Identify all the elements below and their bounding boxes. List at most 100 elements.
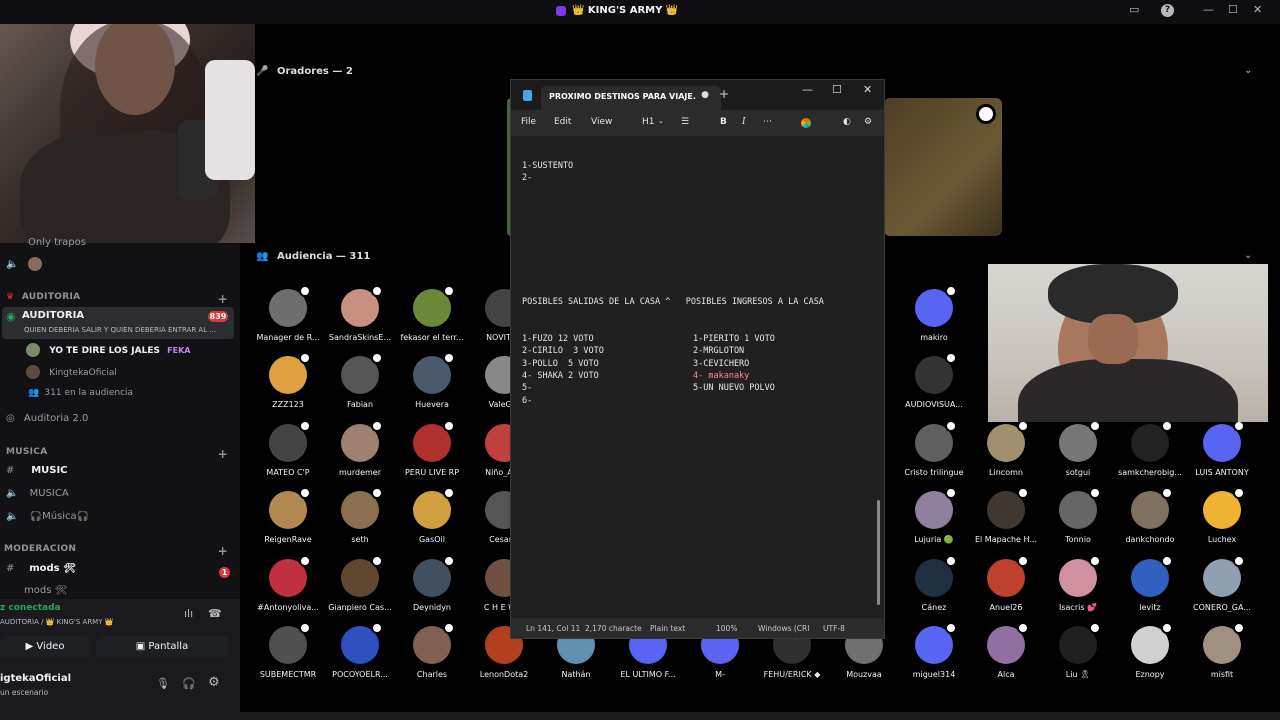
notepad-tab[interactable]: PROXIMO DESTINOS PARA VIAJE. ● [541,86,721,110]
audience-member[interactable]: Gianpiero Cas... [322,555,398,612]
audience-member[interactable]: misfit [1184,622,1260,679]
category-musica[interactable]: MÚSICA + [0,447,240,467]
avatar [1131,487,1173,529]
maximize-icon[interactable]: ☐ [1228,3,1238,16]
notepad-text-area[interactable]: 1-SUSTENTO 2- POSIBLES SALIDAS DE LA CAS… [522,160,872,600]
audience-member[interactable]: GasOil [394,487,470,544]
copilot-icon[interactable] [801,118,811,128]
channel-musica-voice-2[interactable]: 🔈 🎧Música🎧 [0,511,240,531]
audience-member[interactable]: Luchex [1184,487,1260,544]
collapse-audience-icon[interactable]: ⌄ [1244,250,1252,261]
audience-member[interactable]: fekasor el terr... [394,285,470,342]
audience-member[interactable]: levitz [1112,555,1188,612]
audience-member[interactable]: Cristo trilingue [896,420,972,477]
channel-only-trapos[interactable]: Only trapos [0,237,240,257]
menu-file[interactable]: File [521,117,536,127]
menu-view[interactable]: View [591,117,612,127]
audience-member[interactable]: Deynidyn [394,555,470,612]
audience-member[interactable]: MATEO C'P [250,420,326,477]
disconnect-icon[interactable]: ☎ [208,607,222,620]
audience-member[interactable]: miguel314 [896,622,972,679]
channel-auditoria-2[interactable]: ◎ Auditoria 2.0 [0,413,240,433]
audience-count-row[interactable]: 👥 311 en la audiencia [0,387,240,407]
audience-member[interactable]: seth [322,487,398,544]
audience-member[interactable]: ZZZ123 [250,352,326,409]
audience-member[interactable]: ReigenRave [250,487,326,544]
audience-member[interactable]: Lincomn [968,420,1044,477]
audience-member[interactable]: PERU LIVE RP [394,420,470,477]
audience-member[interactable]: #Antonyoliva... [250,555,326,612]
audience-member[interactable]: Cánez [896,555,972,612]
line-ending: Windows (CRI [758,624,810,633]
add-channel-icon[interactable]: + [218,544,228,558]
channel-musica-voice[interactable]: 🔈 MÚSICA [0,488,240,508]
channel-mods-voice[interactable]: mods 🛠 [0,585,240,599]
italic-icon[interactable]: I [742,117,746,127]
audience-member[interactable]: SandraSkinsE... [322,285,398,342]
microphone-icon[interactable]: 🎙 [156,677,170,690]
headphones-icon[interactable]: 🎧 [182,677,196,690]
stage-speaker-2[interactable]: KingtekaOficial [0,365,240,385]
close-window-icon[interactable]: ✕ [1253,3,1262,16]
add-channel-icon[interactable]: + [218,292,228,306]
audience-member[interactable]: Eznopy [1112,622,1188,679]
account-icon[interactable]: ◐ [843,117,851,127]
channel-auditoria-active[interactable]: ◉ AUDITORIA 839 QUIEN DEBERIA SALIR Y QU… [2,307,234,339]
speaker-tile-2[interactable] [884,98,1002,236]
user-name[interactable]: igtekaOficial [0,673,71,684]
settings-gear-icon[interactable]: ⚙ [208,675,220,690]
channel-mods[interactable]: # mods 🛠 1 [0,563,240,583]
heading-dropdown[interactable]: H1 [642,117,655,127]
close-icon[interactable]: ✕ [863,83,872,96]
encoding: UTF-8 [823,624,845,633]
unsaved-dot-icon[interactable]: ● [701,90,709,100]
audience-member[interactable]: Tonnio [1040,487,1116,544]
maximize-icon[interactable]: ☐ [832,83,842,96]
audience-member[interactable]: murdemer [322,420,398,477]
audience-member[interactable]: sotgui [1040,420,1116,477]
audience-member[interactable]: SUBEMECTMR [250,622,326,679]
help-icon[interactable]: ? [1161,4,1174,17]
screen-share-button[interactable]: ▣ Pantalla [96,636,228,658]
channel-music[interactable]: # MUSIC [0,465,240,485]
new-tab-icon[interactable]: + [719,87,729,101]
audience-member[interactable]: Charles [394,622,470,679]
audience-member[interactable]: Liu 🎗 [1040,622,1116,679]
audience-member[interactable]: Alca [968,622,1044,679]
audience-member[interactable]: Manager de R... [250,285,326,342]
scrollbar[interactable] [877,500,880,605]
noise-suppression-icon[interactable]: ılı [184,607,193,620]
collapse-speakers-icon[interactable]: ⌄ [1244,65,1252,76]
minimize-icon[interactable]: — [802,83,813,96]
audience-member[interactable]: dankchondo [1112,487,1188,544]
audience-member[interactable]: makiro [896,285,972,342]
audience-member[interactable]: Lujuria 🟢 [896,487,972,544]
list-icon[interactable]: ☰ [681,117,689,127]
video-button[interactable]: ▶ Video [0,636,90,658]
avatar [341,622,383,664]
audience-member[interactable]: Anuel26 [968,555,1044,612]
audience-member[interactable]: AUDIOVISUA... [896,352,972,409]
audience-member[interactable]: El Mapache H... [968,487,1044,544]
settings-gear-icon[interactable]: ⚙ [864,117,872,127]
audience-member[interactable]: LUIS ANTONY [1184,420,1260,477]
audience-member-name: ZZZ123 [272,400,304,409]
audience-member[interactable]: Fabian [322,352,398,409]
menu-edit[interactable]: Edit [554,117,571,127]
audience-member[interactable]: Huevera [394,352,470,409]
category-moderacion[interactable]: MODERACIÓN + [0,544,240,564]
bold-icon[interactable]: B [720,117,727,127]
audience-member[interactable]: CONERO_GA... [1184,555,1260,612]
audience-member[interactable]: Isacris 💕 [1040,555,1116,612]
more-icon[interactable]: ⋯ [763,117,772,127]
add-channel-icon[interactable]: + [218,447,228,461]
audience-member-name: El Mapache H... [974,535,1038,544]
audience-member-name: Luchex [1207,535,1237,544]
audience-member-name: Gianpiero Cas... [328,603,392,612]
audience-member[interactable]: samkcherobig... [1112,420,1188,477]
inbox-icon[interactable]: ▭ [1129,3,1139,16]
stage-speaker-1[interactable]: YO TE DIRE LOS JALES FEKA [0,343,240,363]
voice-user-row[interactable]: 🔈 [0,257,240,275]
audience-member[interactable]: POCOYOELR... [322,622,398,679]
minimize-icon[interactable]: — [1203,3,1214,16]
